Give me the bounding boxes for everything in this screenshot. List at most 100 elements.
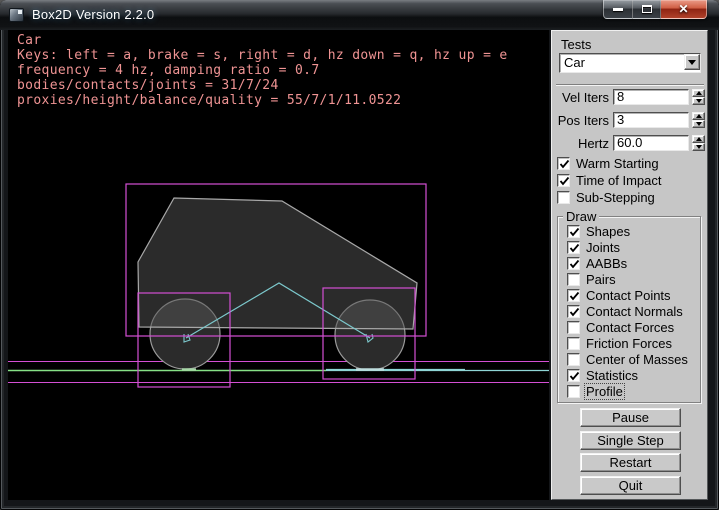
tests-dropdown[interactable]: Car: [559, 53, 701, 73]
friction-forces-checkbox[interactable]: Friction Forces: [567, 336, 672, 350]
checkbox-box[interactable]: [567, 385, 580, 398]
sub-stepping-label: Sub-Stepping: [576, 191, 655, 204]
arrow-down-icon: [696, 145, 702, 149]
check-icon: [559, 176, 570, 187]
hertz-down-button[interactable]: [692, 143, 705, 151]
checkbox-box[interactable]: [567, 353, 580, 366]
time-of-impact-checkbox[interactable]: Time of Impact: [557, 173, 661, 187]
title-bar[interactable]: Box2D Version 2.2.0 ✕: [0, 0, 719, 30]
time-of-impact-label: Time of Impact: [576, 174, 661, 187]
contact-forces-checkbox[interactable]: Contact Forces: [567, 320, 674, 334]
checkbox-box[interactable]: [567, 257, 580, 270]
hertz-label: Hertz: [552, 136, 609, 151]
vel-iters-stepper: [692, 89, 705, 105]
warm-starting-label: Warm Starting: [576, 157, 659, 170]
statistics-checkbox[interactable]: Statistics: [567, 368, 638, 382]
contact-forces-label: Contact Forces: [586, 321, 674, 334]
checkbox-box[interactable]: [567, 337, 580, 350]
vel-iters-up-button[interactable]: [692, 89, 705, 97]
joints-label: Joints: [586, 241, 620, 254]
pos-iters-down-button[interactable]: [692, 120, 705, 128]
shapes-label: Shapes: [586, 225, 630, 238]
hud-proxies: proxies/height/balance/quality = 55/7/1/…: [17, 93, 508, 108]
arrow-up-icon: [696, 114, 702, 118]
shapes-checkbox[interactable]: Shapes: [567, 224, 630, 238]
check-icon: [569, 307, 580, 318]
checkbox-box[interactable]: [557, 174, 570, 187]
arrow-down-icon: [696, 122, 702, 126]
contact-normals-label: Contact Normals: [586, 305, 683, 318]
arrow-down-icon: [696, 99, 702, 103]
vel-iters-input[interactable]: 8: [613, 89, 689, 105]
aabbs-label: AABBs: [586, 257, 627, 270]
pos-iters-row: Pos Iters 3: [552, 112, 709, 128]
restart-button[interactable]: Restart: [580, 453, 681, 472]
check-icon: [569, 227, 580, 238]
checkbox-box[interactable]: [567, 321, 580, 334]
check-icon: [569, 243, 580, 254]
center-of-masses-label: Center of Masses: [586, 353, 688, 366]
checkbox-box[interactable]: [567, 273, 580, 286]
checkbox-box[interactable]: [557, 191, 570, 204]
checkbox-box[interactable]: [567, 289, 580, 302]
contact-points-label: Contact Points: [586, 289, 671, 302]
draw-group-title: Draw: [563, 209, 599, 224]
hertz-row: Hertz 60.0: [552, 135, 709, 151]
pos-iters-stepper: [692, 112, 705, 128]
maximize-icon: [642, 5, 652, 13]
checkbox-box[interactable]: [567, 305, 580, 318]
check-icon: [569, 259, 580, 270]
contact-normals-checkbox[interactable]: Contact Normals: [567, 304, 683, 318]
simulation-canvas[interactable]: CarKeys: left = a, brake = s, right = d,…: [8, 30, 549, 500]
single-step-button[interactable]: Single Step: [580, 431, 681, 450]
arrow-up-icon: [696, 137, 702, 141]
checkbox-box[interactable]: [567, 241, 580, 254]
hertz-stepper: [692, 135, 705, 151]
hertz-up-button[interactable]: [692, 135, 705, 143]
car-chassis: [138, 198, 417, 329]
hertz-input[interactable]: 60.0: [613, 135, 689, 151]
check-icon: [569, 291, 580, 302]
tests-dropdown-value[interactable]: Car: [559, 53, 701, 73]
vel-iters-label: Vel Iters: [552, 90, 609, 105]
close-button[interactable]: ✕: [661, 0, 707, 19]
app-window: Box2D Version 2.2.0 ✕: [0, 0, 719, 510]
debug-text-overlay: CarKeys: left = a, brake = s, right = d,…: [17, 33, 508, 108]
minimize-icon: [613, 8, 623, 11]
sub-stepping-checkbox[interactable]: Sub-Stepping: [557, 190, 655, 204]
pos-iters-input[interactable]: 3: [613, 112, 689, 128]
pairs-checkbox[interactable]: Pairs: [567, 272, 616, 286]
check-icon: [559, 159, 570, 170]
chevron-down-icon: [688, 60, 696, 65]
hud-counts: bodies/contacts/joints = 31/7/24: [17, 78, 508, 93]
center-of-masses-checkbox[interactable]: Center of Masses: [567, 352, 688, 366]
joints-checkbox[interactable]: Joints: [567, 240, 620, 254]
minimize-button[interactable]: [603, 0, 633, 19]
draw-group: Draw Shapes Joints AABBs Pairs Contact P…: [557, 216, 701, 403]
checkbox-box[interactable]: [567, 369, 580, 382]
tests-label: Tests: [561, 37, 591, 52]
contact-points-checkbox[interactable]: Contact Points: [567, 288, 671, 302]
control-panel: Tests Car Vel Iters 8 Pos Iters 3 Hertz: [551, 30, 708, 500]
checkbox-box[interactable]: [567, 225, 580, 238]
separator: [556, 84, 704, 86]
checkbox-box[interactable]: [557, 157, 570, 170]
vel-iters-down-button[interactable]: [692, 97, 705, 105]
profile-label: Profile: [586, 385, 623, 398]
vel-iters-row: Vel Iters 8: [552, 89, 709, 105]
statistics-label: Statistics: [586, 369, 638, 382]
pause-button[interactable]: Pause: [580, 408, 681, 427]
pairs-label: Pairs: [586, 273, 616, 286]
warm-starting-checkbox[interactable]: Warm Starting: [557, 156, 659, 170]
check-icon: [569, 371, 580, 382]
profile-checkbox[interactable]: Profile: [567, 384, 623, 398]
maximize-button[interactable]: [633, 0, 661, 19]
window-controls: ✕: [603, 0, 707, 19]
hud-keys: Keys: left = a, brake = s, right = d, hz…: [17, 48, 508, 63]
tests-dropdown-button[interactable]: [684, 54, 700, 70]
close-icon: ✕: [678, 3, 688, 15]
arrow-up-icon: [696, 91, 702, 95]
pos-iters-up-button[interactable]: [692, 112, 705, 120]
aabbs-checkbox[interactable]: AABBs: [567, 256, 627, 270]
quit-button[interactable]: Quit: [580, 476, 681, 495]
